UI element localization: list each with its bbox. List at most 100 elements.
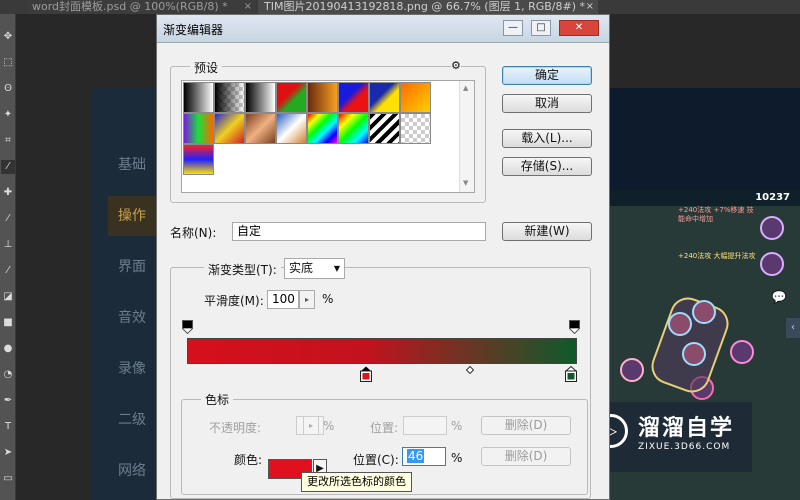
opacity-unit: % [323,419,335,433]
preset-swatch[interactable] [369,113,400,144]
opacity-position-unit: % [451,419,463,433]
magic-wand-tool-icon[interactable]: ✦ [1,108,15,122]
dialog-titlebar[interactable]: 渐变编辑器 — □ ✕ [157,15,609,43]
move-tool-icon[interactable]: ✥ [1,30,15,44]
cancel-button[interactable]: 取消 [502,94,592,113]
panel-expand-icon[interactable]: ‹ [786,318,800,338]
gear-icon[interactable]: ⚙ [451,59,461,72]
dodge-tool-icon[interactable]: ◔ [1,368,15,382]
blur-tool-icon[interactable]: ● [1,342,15,356]
delete-color-stop-button: 删除(D) [481,447,571,466]
presets-grid: ▲ ▼ [181,80,475,193]
dialog-title: 渐变编辑器 [163,23,224,37]
preset-swatch[interactable] [183,113,214,144]
opacity-position-label: 位置: [370,421,399,435]
preset-swatch[interactable] [400,113,431,144]
opacity-stepper-icon: ▸ [303,416,319,435]
close-button[interactable]: ✕ [559,20,599,36]
skill-icon [668,312,692,336]
shape-tool-icon[interactable]: ▭ [1,472,15,486]
tab-label: word封面模板.psd @ 100%(RGB/8) * [32,0,228,13]
gradient-preview-bar[interactable] [187,338,577,364]
bg-menu-item: 界面 [118,259,146,275]
marquee-tool-icon[interactable]: ⬚ [1,56,15,70]
hero-avatar [760,216,784,240]
new-button[interactable]: 新建(W) [502,222,592,241]
smoothness-label: 平滑度(M): [204,294,264,308]
document-tab-bar: word封面模板.psd @ 100%(RGB/8) * × TIM图片2019… [0,0,800,14]
name-input[interactable]: 自定 [232,222,486,241]
ok-button[interactable]: 确定 [502,66,592,85]
game-top-bar: 10237 [610,190,800,206]
hero-avatar [760,252,784,276]
skill-icon [692,300,716,324]
opacity-stop-right-icon[interactable] [569,320,580,334]
gradient-type-select[interactable]: 实底 ▼ [284,258,345,279]
eraser-tool-icon[interactable]: ◪ [1,290,15,304]
scroll-down-icon[interactable]: ▼ [463,179,468,187]
preset-swatch[interactable] [276,113,307,144]
lasso-tool-icon[interactable]: ʘ [1,82,15,96]
smoothness-stepper-icon[interactable]: ▸ [299,290,315,309]
color-stop-selected-icon[interactable] [360,366,372,382]
bg-menu-item: 录像 [118,361,146,377]
healing-tool-icon[interactable]: ✚ [1,186,15,200]
color-position-unit: % [451,451,463,465]
crop-tool-icon[interactable]: ⌗ [1,134,15,148]
preset-swatch[interactable] [400,82,431,113]
gradient-type-label: 渐变类型(T): [204,261,281,278]
document-tab-word[interactable]: word封面模板.psd @ 100%(RGB/8) * × [26,0,256,14]
bg-menu-item: 基础 [118,157,146,173]
preset-swatch[interactable] [307,82,338,113]
brush-tool-icon[interactable]: ⁄ [1,212,15,226]
scroll-up-icon[interactable]: ▲ [463,84,468,92]
watermark-subtitle: ZIXUE.3D66.COM [638,442,731,452]
delete-opacity-stop-button: 删除(D) [481,416,571,435]
save-button[interactable]: 存储(S)... [502,157,592,176]
path-select-tool-icon[interactable]: ➤ [1,446,15,460]
preset-swatch[interactable] [338,113,369,144]
preset-swatch[interactable] [183,144,214,175]
preset-swatch[interactable] [338,82,369,113]
skill-icon [682,342,706,366]
stamp-tool-icon[interactable]: ⊥ [1,238,15,252]
smoothness-input[interactable]: 100 [267,290,299,309]
midpoint-diamond-icon[interactable] [466,366,474,374]
game-score: 10237 [755,192,790,203]
opacity-stop-left-icon[interactable] [182,320,193,334]
preset-swatch[interactable] [276,82,307,113]
gradient-tool-icon[interactable]: ■ [1,316,15,330]
bg-menu-item: 网络 [118,463,146,479]
name-label: 名称(N): [170,226,217,240]
color-position-input[interactable]: 46 [402,447,446,466]
type-tool-icon[interactable]: T [1,420,15,434]
preset-swatch[interactable] [369,82,400,113]
chat-icon: 💬 [771,290,787,304]
document-tab-tim[interactable]: TIM图片20190413192818.png @ 66.7% (图层 1, R… [258,0,598,14]
history-brush-tool-icon[interactable]: ⁄ [1,264,15,278]
hero-avatar [730,340,754,364]
preset-swatch[interactable] [183,82,214,113]
load-button[interactable]: 载入(L)... [502,129,592,148]
bg-menu-item: 音效 [118,310,146,326]
stops-label: 色标 [201,391,234,408]
maximize-button[interactable]: □ [531,20,551,36]
preset-swatch[interactable] [245,113,276,144]
gradient-type-value: 实底 [289,261,314,275]
preset-swatch[interactable] [214,113,245,144]
color-stop-right-icon[interactable] [565,366,577,382]
pen-tool-icon[interactable]: ✒ [1,394,15,408]
preset-swatch[interactable] [307,113,338,144]
preset-swatch[interactable] [245,82,276,113]
minimize-button[interactable]: — [503,20,523,36]
preset-swatch[interactable] [214,82,245,113]
opacity-label: 不透明度: [209,421,262,435]
color-position-label: 位置(C): [353,453,399,467]
bg-menu-item-active: 操作 [108,196,156,236]
tab-close-icon[interactable]: × [244,0,252,14]
presets-scrollbar[interactable]: ▲ ▼ [459,81,474,192]
tab-close-icon[interactable]: × [586,0,594,14]
eyedropper-tool-icon[interactable]: ⁄ [1,160,15,174]
watermark-title: 溜溜自学 [638,416,735,441]
tooltip: 更改所选色标的颜色 [301,472,412,492]
